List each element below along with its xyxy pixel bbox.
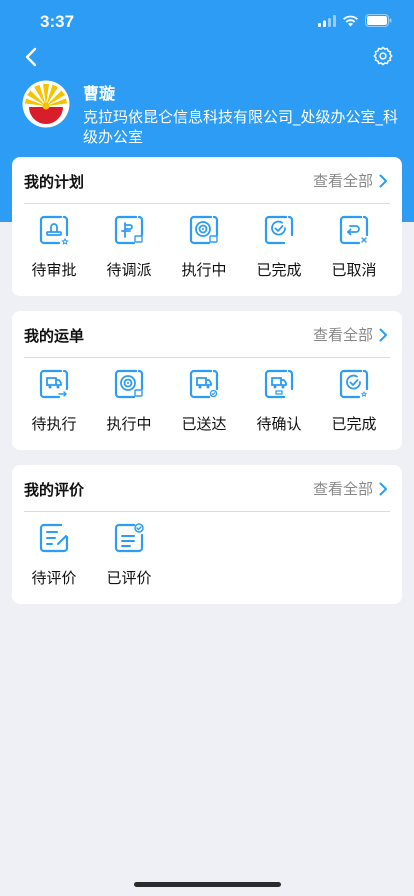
review-card: 我的评价 查看全部 待评价 已评价	[12, 465, 402, 604]
plan-item-pending-approval[interactable]: 待审批	[17, 215, 91, 295]
item-label: 已完成	[256, 261, 302, 279]
home-indicator	[134, 882, 281, 887]
company-logo-icon	[22, 80, 70, 128]
divider	[24, 203, 390, 204]
truck-pending-icon	[39, 369, 69, 399]
back-chevron-icon[interactable]	[20, 45, 44, 69]
view-all-label: 查看全部	[312, 326, 373, 344]
completed-check-icon	[264, 215, 294, 245]
waybill-title: 我的运单	[24, 327, 85, 345]
plan-view-all-button[interactable]: 查看全部	[313, 170, 388, 191]
chevron-right-icon	[379, 174, 387, 187]
cancelled-return-icon	[339, 215, 369, 245]
truck-delivered-icon	[189, 369, 219, 399]
plan-items: 待审批 待调派 执行中 已完成 已取消	[12, 215, 402, 295]
plan-title: 我的计划	[24, 173, 85, 191]
completed-check-icon	[339, 369, 369, 399]
item-label: 执行中	[181, 261, 227, 279]
review-item-pending[interactable]: 待评价	[17, 523, 91, 603]
item-label: 待评价	[31, 569, 77, 587]
waybill-item-pending[interactable]: 待执行	[17, 369, 91, 449]
item-label: 已完成	[331, 415, 377, 433]
waybill-view-all-button[interactable]: 查看全部	[313, 324, 388, 345]
in-progress-icon	[189, 215, 219, 245]
reviewed-document-icon	[114, 523, 144, 553]
status-time: 3:37	[40, 12, 75, 31]
plan-item-cancelled[interactable]: 已取消	[317, 215, 391, 295]
view-all-label: 查看全部	[312, 480, 373, 498]
edit-document-icon	[39, 523, 69, 553]
stamp-approval-icon	[39, 215, 69, 245]
item-label: 待审批	[31, 261, 77, 279]
battery-icon	[365, 14, 392, 27]
item-label: 执行中	[106, 415, 152, 433]
item-label: 已评价	[106, 569, 152, 587]
item-label: 待执行	[31, 415, 77, 433]
review-title: 我的评价	[24, 481, 85, 499]
truck-confirm-icon	[264, 369, 294, 399]
plan-card: 我的计划 查看全部 待审批 待调派 执行中 已完成 已取消	[12, 157, 402, 296]
chevron-right-icon	[379, 328, 387, 341]
item-label: 已取消	[331, 261, 377, 279]
plan-card-header: 我的计划 查看全部	[12, 157, 402, 204]
plan-item-completed[interactable]: 已完成	[242, 215, 316, 295]
waybill-item-completed[interactable]: 已完成	[317, 369, 391, 449]
chevron-right-icon	[379, 482, 387, 495]
waybill-items: 待执行 执行中 已送达 待确认 已完成	[12, 369, 402, 449]
review-view-all-button[interactable]: 查看全部	[313, 478, 388, 499]
item-label: 待确认	[256, 415, 302, 433]
plan-item-in-progress[interactable]: 执行中	[167, 215, 241, 295]
item-label: 待调派	[106, 261, 152, 279]
waybill-item-delivered[interactable]: 已送达	[167, 369, 241, 449]
review-item-done[interactable]: 已评价	[92, 523, 166, 603]
review-items: 待评价 已评价	[12, 523, 402, 603]
in-progress-icon	[114, 369, 144, 399]
plan-item-pending-dispatch[interactable]: 待调派	[92, 215, 166, 295]
review-card-header: 我的评价 查看全部	[12, 465, 402, 512]
settings-gear-icon[interactable]	[372, 45, 394, 67]
wifi-icon	[343, 15, 358, 26]
divider	[24, 357, 390, 358]
user-organization: 克拉玛依昆仑信息科技有限公司_处级办公室_科级办公室	[83, 108, 399, 146]
signal-icon	[318, 14, 336, 27]
divider	[24, 511, 390, 512]
status-bar: 3:37	[0, 0, 414, 44]
item-label: 已送达	[181, 415, 227, 433]
view-all-label: 查看全部	[312, 172, 373, 190]
waybill-item-in-progress[interactable]: 执行中	[92, 369, 166, 449]
waybill-item-pending-confirm[interactable]: 待确认	[242, 369, 316, 449]
status-icons	[318, 14, 392, 27]
waybill-card-header: 我的运单 查看全部	[12, 311, 402, 358]
user-name: 曹璇	[83, 84, 116, 103]
dispatch-icon	[114, 215, 144, 245]
waybill-card: 我的运单 查看全部 待执行 执行中 已送达 待确认 已完成	[12, 311, 402, 450]
